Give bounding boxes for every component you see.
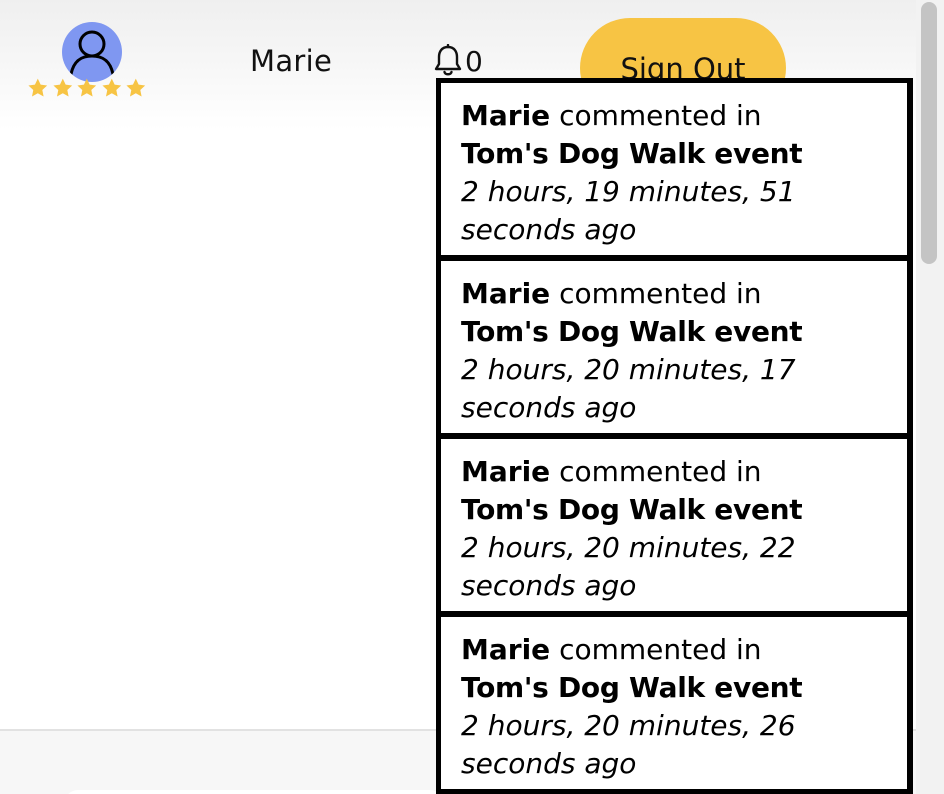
notification-headline: Marie commented in <box>461 453 897 491</box>
notification-item[interactable]: Marie commented in Tom's Dog Walk event … <box>441 617 907 789</box>
scrollbar-thumb[interactable] <box>921 2 937 264</box>
notification-event[interactable]: Tom's Dog Walk event <box>461 669 897 707</box>
user-avatar-icon[interactable] <box>62 22 122 82</box>
notification-action: commented in <box>559 455 762 488</box>
star-icon <box>126 78 146 97</box>
star-icon <box>77 78 97 97</box>
bell-icon[interactable] <box>433 44 463 78</box>
notification-user: Marie <box>461 633 551 666</box>
notification-action: commented in <box>559 99 762 132</box>
notification-headline: Marie commented in <box>461 275 897 313</box>
notification-time: 2 hours, 19 minutes, 51 seconds ago <box>461 175 796 246</box>
notification-user: Marie <box>461 455 551 488</box>
bottom-panel-card <box>64 790 444 794</box>
notification-item[interactable]: Marie commented in Tom's Dog Walk event … <box>441 261 907 433</box>
rating-stars <box>26 76 148 100</box>
notification-action: commented in <box>559 633 762 666</box>
page: Marie 0 Sign Out Marie commented in Tom'… <box>0 0 944 794</box>
star-icon <box>28 78 48 97</box>
notification-headline: Marie commented in <box>461 97 897 135</box>
notification-time: 2 hours, 20 minutes, 26 seconds ago <box>461 709 796 780</box>
notification-item[interactable]: Marie commented in Tom's Dog Walk event … <box>441 439 907 611</box>
notification-item[interactable]: Marie commented in Tom's Dog Walk event … <box>441 83 907 255</box>
notification-user: Marie <box>461 99 551 132</box>
notification-time: 2 hours, 20 minutes, 17 seconds ago <box>461 353 796 424</box>
notification-count: 0 <box>465 45 483 78</box>
username-label[interactable]: Marie <box>250 44 332 78</box>
star-icon <box>102 78 121 97</box>
notification-event[interactable]: Tom's Dog Walk event <box>461 135 897 173</box>
notifications-toggle[interactable]: 0 <box>433 44 483 80</box>
notification-event[interactable]: Tom's Dog Walk event <box>461 491 897 529</box>
notifications-dropdown: Marie commented in Tom's Dog Walk event … <box>436 78 913 794</box>
notification-user: Marie <box>461 277 551 310</box>
notification-time: 2 hours, 20 minutes, 22 seconds ago <box>461 531 796 602</box>
star-icon <box>53 78 72 97</box>
user-profile[interactable] <box>26 22 148 102</box>
notification-action: commented in <box>559 277 762 310</box>
notification-event[interactable]: Tom's Dog Walk event <box>461 313 897 351</box>
notification-headline: Marie commented in <box>461 631 897 669</box>
